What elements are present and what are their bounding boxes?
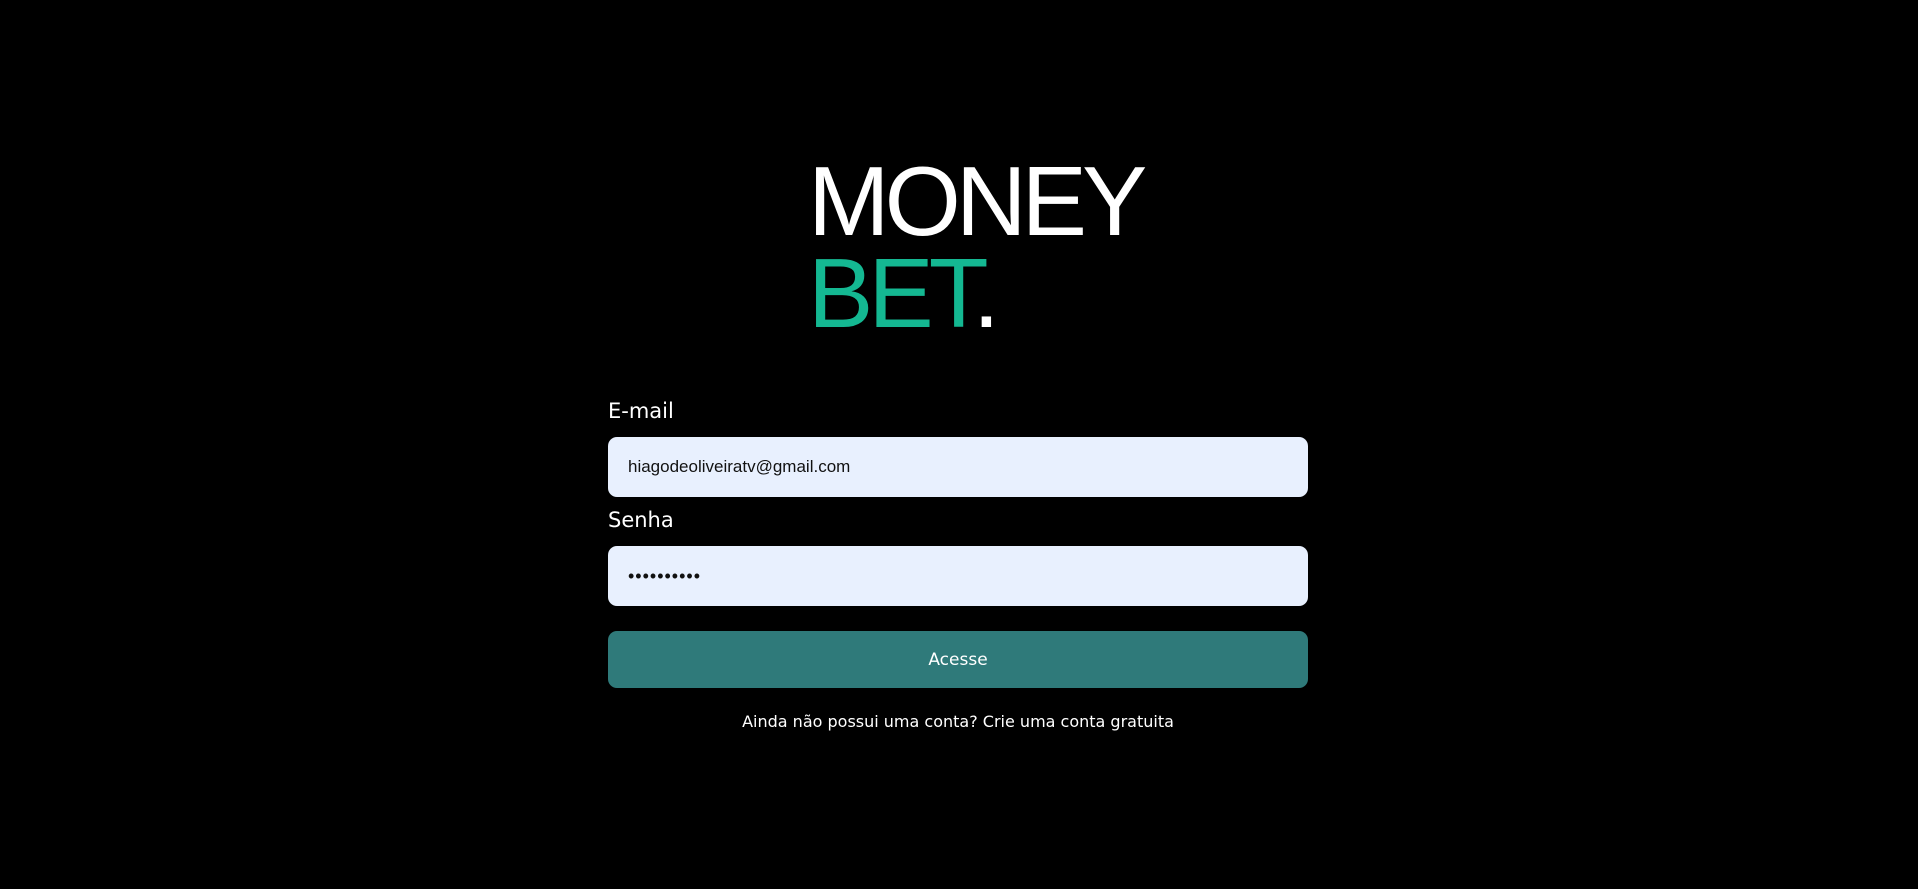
logo-bet-text: BET xyxy=(808,238,978,348)
email-field[interactable] xyxy=(608,437,1308,497)
password-field[interactable] xyxy=(608,546,1308,606)
login-submit-button[interactable]: Acesse xyxy=(608,631,1308,688)
logo-line-bet: BET. xyxy=(808,244,1148,342)
create-account-link[interactable]: Crie uma conta gratuita xyxy=(983,712,1174,731)
email-label: E-mail xyxy=(608,399,674,423)
password-label: Senha xyxy=(608,508,674,532)
login-page: MONEY BET. E-mail Senha Acesse Ainda não… xyxy=(0,0,1918,889)
logo-dot: . xyxy=(972,238,1000,348)
signup-prompt: Ainda não possui uma conta? Crie uma con… xyxy=(608,712,1308,731)
logo-line-money: MONEY xyxy=(808,146,1147,256)
signup-prompt-text: Ainda não possui uma conta? xyxy=(742,712,978,731)
money-bet-logo: MONEY BET. xyxy=(808,146,1148,342)
